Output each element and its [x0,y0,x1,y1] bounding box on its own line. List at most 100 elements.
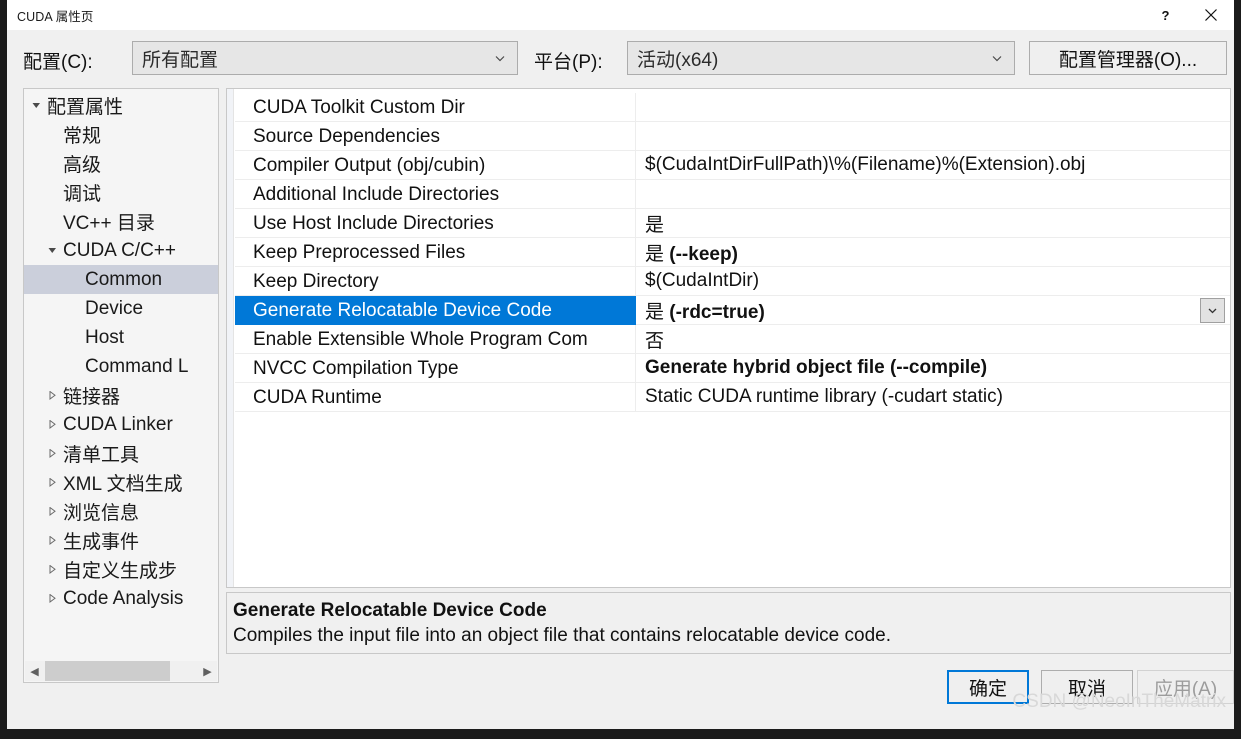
tree-item-[interactable]: 调试 [24,178,218,207]
expander-collapsed-icon[interactable] [46,505,59,518]
tree-item-[interactable]: 配置属性 [24,91,218,120]
property-name: Enable Extensible Whole Program Com [235,324,636,354]
property-name: Compiler Output (obj/cubin) [235,150,636,180]
tree-item-label: Code Analysis [63,587,184,609]
property-value-emphasis: (--keep) [669,243,738,265]
tree-item-label: XML 文档生成 [63,474,183,495]
property-name: Use Host Include Directories [235,208,636,238]
tree-item-host[interactable]: Host [24,323,218,352]
property-name: CUDA Toolkit Custom Dir [235,92,636,122]
close-glyph [1205,9,1217,21]
tree-item-[interactable]: 常规 [24,120,218,149]
description-title: Generate Relocatable Device Code [233,600,547,621]
tree-item-label: 自定义生成步 [63,561,178,582]
tree-item-label: 常规 [63,126,102,147]
description-body: Compiles the input file into an object f… [233,625,892,646]
tree-item-vc[interactable]: VC++ 目录 [24,207,218,236]
ok-button[interactable]: 确定 [947,670,1029,704]
expander-collapsed-icon[interactable] [46,534,59,547]
platform-combobox[interactable]: 活动(x64) [627,41,1015,75]
property-value-emphasis: (-rdc=true) [669,301,765,323]
expander-collapsed-icon[interactable] [46,563,59,576]
tree-item-label: CUDA Linker [63,413,173,435]
tree-item-label: 配置属性 [47,97,124,118]
property-name: Additional Include Directories [235,179,636,209]
property-row[interactable]: Enable Extensible Whole Program Com 否 [235,324,1230,354]
property-tree-pane: 配置属性常规高级调试 VC++ 目录 CUDA C/C++ Common Device H… [23,88,219,683]
property-grid-pane: CUDA Toolkit Custom Dir Source Dependenci… [226,88,1231,588]
expander-collapsed-icon[interactable] [46,476,59,489]
tree-item-label: 生成事件 [63,532,140,553]
property-row[interactable]: Keep Preprocessed Files 是 (--keep) [235,237,1230,267]
property-value-text: 是 [645,214,665,236]
property-value[interactable]: Generate hybrid object file (--compile) [636,357,1230,379]
property-name: Keep Directory [235,266,636,296]
property-value[interactable]: 是 (-rdc=true) [636,297,1230,324]
tree-item-device[interactable]: Device [24,294,218,323]
tree-item-code-analysis[interactable]: Code Analysis [24,584,218,613]
tree-item-[interactable]: 清单工具 [24,439,218,468]
configuration-bar: 配置(C): 所有配置 平台(P): 活动(x64) 配置管理器(O)... [7,30,1234,86]
property-row[interactable]: Compiler Output (obj/cubin) $(CudaIntDirF… [235,150,1230,180]
property-row[interactable]: CUDA Toolkit Custom Dir [235,92,1230,122]
property-row[interactable]: Source Dependencies [235,121,1230,151]
property-row[interactable]: Generate Relocatable Device Code 是 (-rdc=… [235,295,1230,325]
tree-item-command-l[interactable]: Command L [24,352,218,381]
description-pane: Generate Relocatable Device Code Compile… [226,592,1231,654]
cancel-button[interactable]: 取消 [1041,670,1133,704]
dialog-footer: 确定 取消 应用(A) CSDN @NeoInTheMatrix [7,665,1234,719]
tree-item-label: Common [85,268,163,290]
property-value-text: 是 [645,243,670,265]
tree-item-label: CUDA C/C++ [63,239,176,261]
chevron-down-icon [495,56,505,62]
tree-item-label: 浏览信息 [63,503,140,524]
platform-value: 活动(x64) [637,49,719,71]
tree-item-xml[interactable]: XML 文档生成 [24,468,218,497]
tree-item-common[interactable]: Common [24,265,218,294]
expander-collapsed-icon[interactable] [46,418,59,431]
property-value[interactable]: 否 [636,326,1230,353]
property-name: Source Dependencies [235,121,636,151]
property-row[interactable]: Keep Directory $(CudaIntDir) [235,266,1230,296]
tree-item-[interactable]: 高级 [24,149,218,178]
close-icon[interactable] [1188,0,1234,30]
chevron-down-icon [1208,308,1217,314]
tree-item-label: 调试 [63,184,102,205]
tree-item-[interactable]: 生成事件 [24,526,218,555]
property-row[interactable]: CUDA Runtime Static CUDA runtime library … [235,382,1230,412]
tree-item-label: 清单工具 [63,445,140,466]
tree-item-cuda-c-c[interactable]: CUDA C/C++ [24,236,218,265]
help-icon[interactable]: ? [1142,0,1188,30]
property-value[interactable]: 是 (--keep) [636,239,1230,266]
property-row[interactable]: NVCC Compilation Type Generate hybrid obj… [235,353,1230,383]
property-value-text: 否 [645,330,665,352]
property-value[interactable]: 是 [636,210,1230,237]
property-row[interactable]: Additional Include Directories [235,179,1230,209]
property-value[interactable]: Static CUDA runtime library (-cudart sta… [636,386,1230,408]
expander-collapsed-icon[interactable] [46,592,59,605]
configuration-combobox[interactable]: 所有配置 [132,41,518,75]
expander-collapsed-icon[interactable] [46,389,59,402]
tree-item-[interactable]: 自定义生成步 [24,555,218,584]
expander-expanded-icon[interactable] [46,244,59,257]
property-name: Generate Relocatable Device Code [235,295,636,325]
property-value-text: $(CudaIntDirFullPath)\%(Filename)%(Exten… [645,154,1086,175]
expander-collapsed-icon[interactable] [46,447,59,460]
configuration-value: 所有配置 [142,49,219,71]
property-value[interactable]: $(CudaIntDirFullPath)\%(Filename)%(Exten… [636,154,1230,176]
title-bar-buttons: ? [1142,0,1234,30]
tree-item-label: 高级 [63,155,102,176]
property-value-dropdown-button[interactable] [1200,298,1225,323]
configuration-manager-button[interactable]: 配置管理器(O)... [1029,41,1227,75]
tree-item-label: VC++ 目录 [63,213,155,234]
tree-item-cuda-linker[interactable]: CUDA Linker [24,410,218,439]
property-value[interactable]: $(CudaIntDir) [636,270,1230,292]
property-row[interactable]: Use Host Include Directories 是 [235,208,1230,238]
configuration-label: 配置(C): [23,52,93,73]
tree-item-[interactable]: 链接器 [24,381,218,410]
expander-expanded-icon[interactable] [30,99,43,112]
property-grid-rows: CUDA Toolkit Custom Dir Source Dependenci… [235,92,1230,412]
platform-label: 平台(P): [534,52,603,73]
tree-item-[interactable]: 浏览信息 [24,497,218,526]
property-value-text: $(CudaIntDir) [645,270,760,291]
